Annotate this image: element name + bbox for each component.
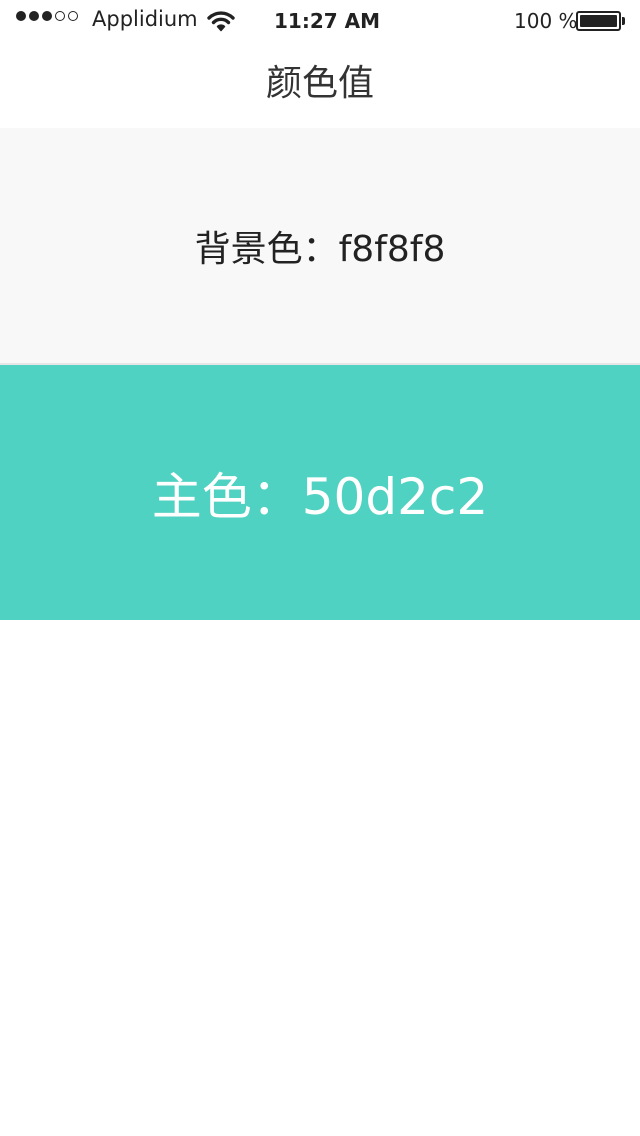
signal-dot [42, 11, 52, 21]
battery-tip [622, 17, 625, 25]
clock: 11:27 AM [274, 9, 381, 33]
signal-dot [68, 11, 78, 21]
battery-icon [576, 11, 621, 31]
page-title: 颜色值 [265, 63, 374, 104]
battery-percent: 100 % [514, 9, 578, 33]
primary-color-label: 主色：50d2c2 [151, 467, 489, 526]
wifi-icon [206, 9, 236, 37]
signal-dot [55, 11, 65, 21]
signal-dots-icon [16, 11, 78, 21]
background-color-label: 背景色：f8f8f8 [194, 228, 446, 270]
background-color-swatch: 背景色：f8f8f8 [0, 128, 640, 365]
signal-dot [29, 11, 39, 21]
battery-fill [580, 15, 617, 27]
status-bar: Applidium 11:27 AM 100 % [0, 0, 640, 40]
signal-dot [16, 11, 26, 21]
navigation-bar: 颜色值 [0, 40, 640, 128]
carrier-name: Applidium [92, 7, 198, 31]
primary-color-swatch: 主色：50d2c2 [0, 365, 640, 620]
